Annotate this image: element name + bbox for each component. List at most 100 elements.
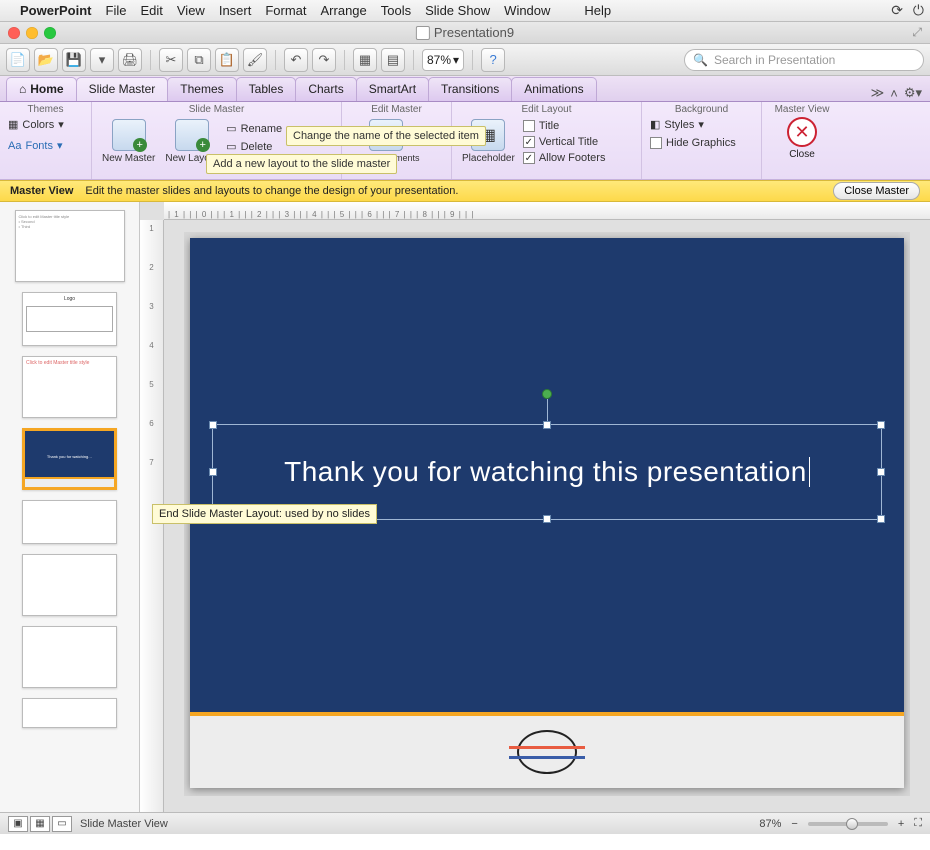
tab-animations[interactable]: Animations: [511, 77, 596, 101]
zoom-selector[interactable]: 87% ▾: [422, 49, 464, 71]
redo-button[interactable]: ↷: [312, 48, 336, 72]
horizontal-ruler[interactable]: | 1 | | | 0 | | | 1 | | | 2 | | | 3 | | …: [164, 202, 930, 220]
format-painter-button[interactable]: 🖌: [243, 48, 267, 72]
paste-button[interactable]: 📋: [215, 48, 239, 72]
close-master-view-button[interactable]: ✕Close: [787, 117, 817, 160]
menu-view[interactable]: View: [177, 3, 205, 18]
undo-button[interactable]: ↶: [284, 48, 308, 72]
chevron-down-icon: ▾: [453, 53, 459, 67]
close-icon: ✕: [787, 117, 817, 147]
resize-handle[interactable]: [877, 515, 885, 523]
slideshow-view-button[interactable]: ▭: [52, 816, 72, 832]
sorter-view-button[interactable]: ▦: [30, 816, 50, 832]
menu-format[interactable]: Format: [265, 3, 306, 18]
rename-button[interactable]: ▭Rename: [226, 121, 282, 136]
zoom-in-button[interactable]: +: [898, 818, 904, 830]
tabs-overflow[interactable]: ≫: [871, 85, 885, 101]
fit-window-button[interactable]: ⛶: [914, 817, 922, 830]
menu-arrange[interactable]: Arrange: [321, 3, 367, 18]
group-masterview-title: Master View: [770, 104, 834, 117]
colors-dropdown[interactable]: ▦Colors ▾: [8, 117, 64, 132]
layout-thumb-6[interactable]: [22, 698, 117, 728]
menu-window[interactable]: Window: [504, 3, 550, 18]
mac-menubar: PowerPoint File Edit View Insert Format …: [0, 0, 930, 22]
zoom-value: 87%: [427, 53, 451, 67]
resize-handle[interactable]: [543, 515, 551, 523]
cut-button[interactable]: ✂: [159, 48, 183, 72]
rename-icon: ▭: [226, 122, 236, 135]
window-title: Presentation9: [416, 25, 514, 40]
new-doc-button[interactable]: 📄: [6, 48, 30, 72]
window-zoom-icon[interactable]: [44, 27, 56, 39]
tab-charts[interactable]: Charts: [295, 77, 356, 101]
group-editmaster-title: Edit Master: [350, 104, 443, 117]
tab-transitions[interactable]: Transitions: [428, 77, 512, 101]
menu-tools[interactable]: Tools: [381, 3, 411, 18]
fullscreen-icon[interactable]: ⤢: [912, 25, 930, 40]
copy-button[interactable]: ⧉: [187, 48, 211, 72]
layout-thumb-5[interactable]: [22, 626, 117, 688]
tab-smartart[interactable]: SmartArt: [356, 77, 429, 101]
document-icon: [416, 26, 430, 40]
styles-icon: ◧: [650, 118, 660, 131]
master-thumb-1[interactable]: Click to edit Master title style• Second…: [15, 210, 125, 282]
window-minimize-icon[interactable]: [26, 27, 38, 39]
zoom-out-button[interactable]: −: [791, 818, 797, 830]
sync-icon[interactable]: ⟳: [891, 2, 903, 19]
resize-handle[interactable]: [877, 468, 885, 476]
layout-thumb-4[interactable]: [22, 554, 117, 616]
close-master-button[interactable]: Close Master: [833, 182, 920, 200]
print-button[interactable]: 🖨: [118, 48, 142, 72]
menu-file[interactable]: File: [106, 3, 127, 18]
slide-footer: [190, 712, 904, 788]
menu-help[interactable]: Help: [584, 3, 611, 18]
save-dropdown[interactable]: ▾: [90, 48, 114, 72]
resize-handle[interactable]: [877, 421, 885, 429]
styles-dropdown[interactable]: ◧Styles ▾: [650, 117, 704, 132]
rename-tooltip: Change the name of the selected item: [286, 126, 486, 146]
window-titlebar: Presentation9 ⤢: [0, 22, 930, 44]
open-button[interactable]: 📂: [34, 48, 58, 72]
slide-panel[interactable]: Click to edit Master title style• Second…: [0, 202, 140, 812]
power-icon[interactable]: ⏻: [913, 2, 924, 19]
menu-edit[interactable]: Edit: [140, 3, 162, 18]
resize-handle[interactable]: [209, 421, 217, 429]
collapse-ribbon-icon[interactable]: ˄: [890, 86, 898, 101]
tab-home[interactable]: ⌂Home: [6, 77, 77, 101]
delete-button[interactable]: ▭Delete: [226, 139, 282, 154]
rotation-handle[interactable]: [542, 389, 552, 399]
vertical-title-checkbox[interactable]: ✓Vertical Title: [523, 135, 606, 149]
resize-handle[interactable]: [543, 421, 551, 429]
help-button[interactable]: ?: [481, 48, 505, 72]
allow-footers-checkbox[interactable]: ✓Allow Footers: [523, 151, 606, 165]
layout-thumb-selected[interactable]: Thank you for watching…: [22, 428, 117, 490]
new-master-button[interactable]: New Master: [100, 117, 157, 166]
zoom-slider-knob[interactable]: [846, 818, 858, 830]
tab-themes[interactable]: Themes: [167, 77, 236, 101]
workspace: Click to edit Master title style• Second…: [0, 202, 930, 812]
menu-insert[interactable]: Insert: [219, 3, 252, 18]
hide-graphics-checkbox[interactable]: Hide Graphics: [650, 136, 736, 150]
search-input[interactable]: 🔍 Search in Presentation: [684, 49, 924, 71]
title-text[interactable]: Thank you for watching this presentation: [284, 456, 807, 488]
delete-icon: ▭: [226, 140, 236, 153]
layout-thumb-3[interactable]: [22, 500, 117, 544]
quick-toolbar: 📄 📂 💾 ▾ 🖨 ✂ ⧉ 📋 🖌 ↶ ↷ ▦ ▤ 87% ▾ ? 🔍 Sear…: [0, 44, 930, 76]
tab-slide-master[interactable]: Slide Master: [76, 77, 169, 101]
status-zoom: 87%: [759, 818, 781, 830]
window-close-icon[interactable]: [8, 27, 20, 39]
fonts-dropdown[interactable]: AaFonts ▾: [8, 138, 63, 153]
normal-view-button[interactable]: ▣: [8, 816, 28, 832]
layout-button[interactable]: ▤: [381, 48, 405, 72]
layout-thumb-2[interactable]: Click to edit Master title style: [22, 356, 117, 418]
save-button[interactable]: 💾: [62, 48, 86, 72]
zoom-slider[interactable]: [808, 822, 888, 826]
gear-icon[interactable]: ⚙▾: [904, 85, 922, 101]
title-checkbox[interactable]: Title: [523, 119, 606, 133]
layout-thumb-1[interactable]: Logo: [22, 292, 117, 346]
new-slide-button[interactable]: ▦: [353, 48, 377, 72]
tab-tables[interactable]: Tables: [236, 77, 297, 101]
resize-handle[interactable]: [209, 468, 217, 476]
menu-slideshow[interactable]: Slide Show: [425, 3, 490, 18]
app-name[interactable]: PowerPoint: [20, 3, 92, 18]
